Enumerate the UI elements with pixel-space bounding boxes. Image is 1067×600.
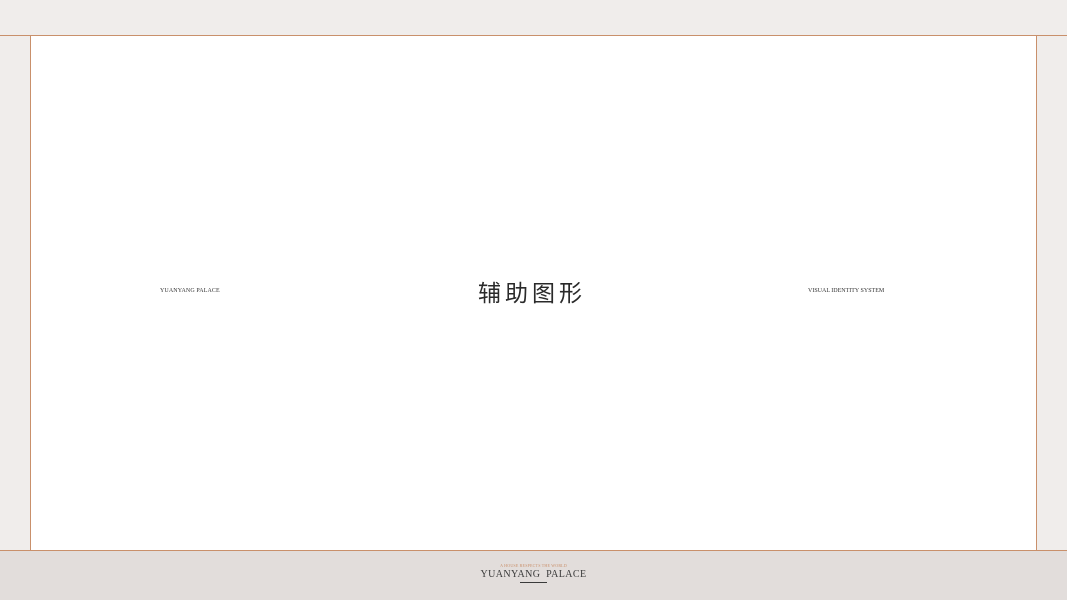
footer-tagline: A HOUSE RESPECTS THE WORLD [500, 563, 567, 568]
brand-label-left: YUANYANG PALACE [160, 288, 220, 294]
section-title: 辅助图形 [478, 281, 586, 307]
system-label-right: VISUAL IDENTITY SYSTEM [808, 288, 885, 294]
footer-underline [520, 582, 547, 583]
left-margin [0, 36, 30, 550]
top-band [0, 0, 1067, 35]
footer-brand: YUANYANG PALACE [480, 569, 587, 580]
right-margin [1037, 36, 1067, 550]
